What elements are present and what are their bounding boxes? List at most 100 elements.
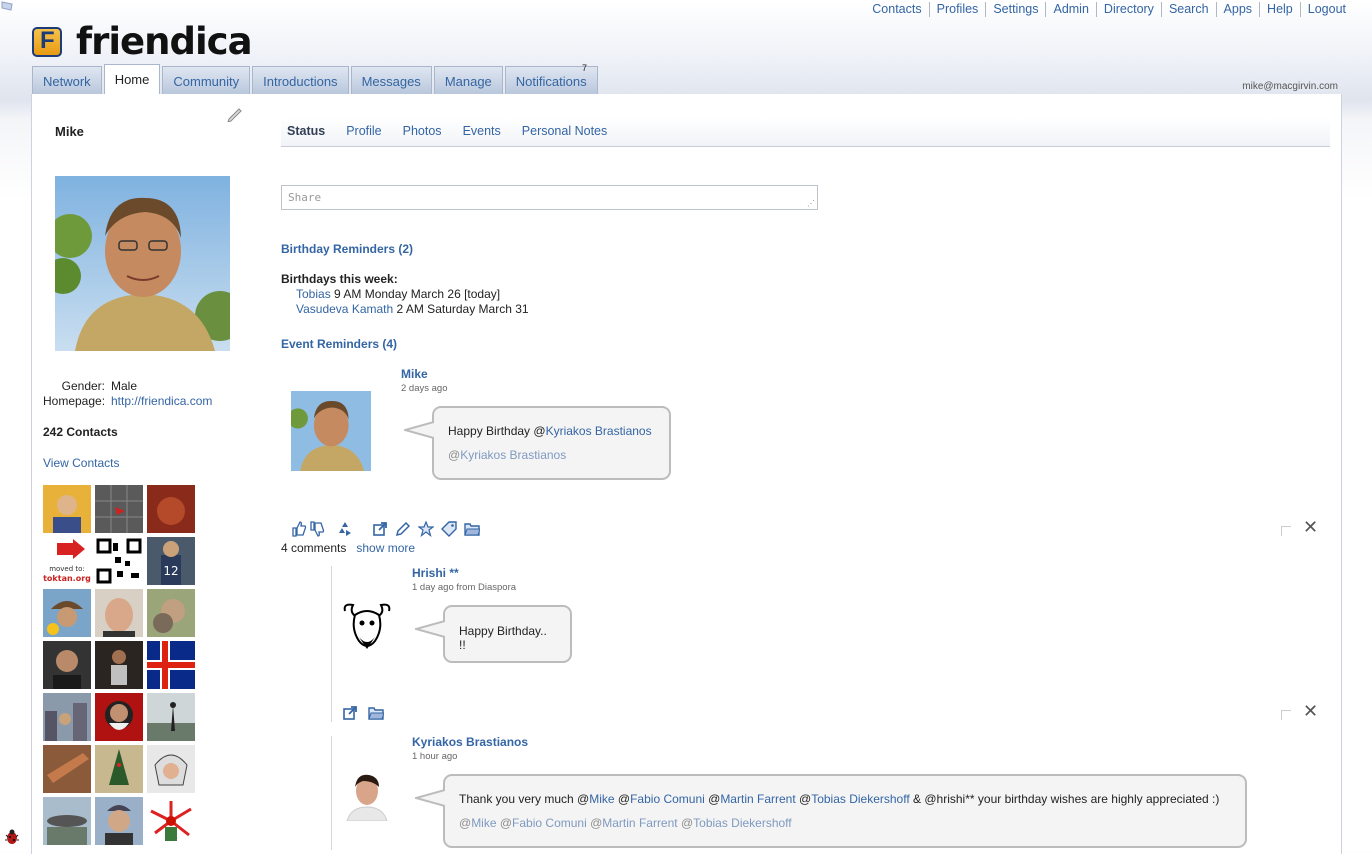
external-link-icon[interactable] (342, 705, 358, 721)
contact-avatar[interactable] (147, 485, 195, 533)
contact-avatar[interactable] (43, 589, 91, 637)
subtab-status[interactable]: Status (287, 118, 325, 146)
subtab-photos[interactable]: Photos (403, 118, 442, 146)
edit-profile-icon[interactable] (226, 106, 244, 122)
subtab-events[interactable]: Events (463, 118, 501, 146)
profile-info: Gender: Male Homepage: http://friendica.co… (43, 379, 212, 409)
star-icon[interactable] (418, 521, 434, 537)
contact-avatar[interactable] (43, 693, 91, 741)
tab-home[interactable]: Home (103, 64, 161, 94)
nav-settings[interactable]: Settings (986, 2, 1047, 17)
comment-text: Thank you very much @Mike @Fabio Comuni … (459, 792, 1220, 806)
contact-avatar[interactable] (147, 797, 195, 845)
show-more-link[interactable]: show more (356, 541, 415, 555)
comment-avatar[interactable] (341, 601, 393, 653)
folder-icon[interactable] (464, 521, 480, 537)
contacts-count: 242 Contacts (43, 425, 118, 439)
edit-icon[interactable] (395, 521, 411, 537)
contact-avatar[interactable] (147, 745, 195, 793)
share-recycle-icon[interactable] (337, 521, 353, 537)
contact-avatar[interactable] (43, 745, 91, 793)
comment-timestamp: 1 hour ago (412, 751, 458, 762)
comment-toolbar (342, 705, 384, 721)
mention-link[interactable]: Tobias Diekershoff (811, 792, 910, 806)
tab-manage[interactable]: Manage (433, 66, 503, 94)
nav-logout[interactable]: Logout (1301, 2, 1346, 17)
contact-avatar[interactable] (95, 537, 143, 585)
tag-link[interactable]: Mike (471, 816, 496, 830)
view-contacts-link[interactable]: View Contacts (43, 456, 119, 470)
contact-avatar[interactable] (147, 589, 195, 637)
corner-flag-icon (1, 1, 13, 11)
tag-link[interactable]: Fabio Comuni (512, 816, 587, 830)
birthdays-week-heading: Birthdays this week: (281, 272, 398, 286)
share-input[interactable]: Share ⋰ (281, 185, 818, 210)
nav-contacts[interactable]: Contacts (865, 2, 930, 17)
birthday-reminders-link[interactable]: Birthday Reminders (2) (281, 242, 413, 256)
site-logo[interactable]: F friendica (32, 20, 253, 63)
contact-avatar[interactable]: moved to: toktan.org (43, 537, 91, 585)
contact-avatar[interactable] (147, 641, 195, 689)
contact-avatar[interactable] (43, 485, 91, 533)
subtab-profile[interactable]: Profile (346, 118, 381, 146)
nav-directory[interactable]: Directory (1097, 2, 1162, 17)
select-checkbox-icon[interactable] (1281, 526, 1291, 536)
bubble-tail (415, 789, 445, 807)
mention-link[interactable]: Kyriakos Brastianos (546, 424, 652, 438)
svg-text:12: 12 (163, 564, 178, 578)
birthday-list: Tobias 9 AM Monday March 26 [today] Vasu… (296, 287, 529, 317)
comment-body: Happy Birthday.. !! (415, 605, 572, 663)
close-icon[interactable]: ✕ (1303, 517, 1318, 538)
mention-link[interactable]: Fabio Comuni (630, 792, 705, 806)
tab-network[interactable]: Network (32, 66, 102, 94)
nav-apps[interactable]: Apps (1217, 2, 1261, 17)
birthday-person-link[interactable]: Tobias (296, 287, 331, 301)
nav-help[interactable]: Help (1260, 2, 1301, 17)
contact-avatar[interactable] (95, 641, 143, 689)
contact-avatar[interactable] (95, 797, 143, 845)
contact-avatar[interactable] (95, 745, 143, 793)
tag-link[interactable]: Martin Farrent (602, 816, 677, 830)
comment-author-link[interactable]: Hrishi ** (412, 566, 516, 580)
tag-link[interactable]: Tobias Diekershoff (693, 816, 792, 830)
tab-introductions[interactable]: Introductions (252, 66, 349, 94)
folder-icon[interactable] (368, 705, 384, 721)
mention-link[interactable]: Mike (589, 792, 614, 806)
contact-avatar[interactable] (43, 641, 91, 689)
homepage-link[interactable]: http://friendica.com (111, 394, 212, 409)
external-link-icon[interactable] (372, 521, 388, 537)
post-avatar[interactable] (291, 391, 371, 471)
comment-author-link[interactable]: Kyriakos Brastianos (412, 735, 528, 749)
gender-value: Male (111, 379, 138, 393)
comment-avatar[interactable] (343, 769, 391, 821)
post-author-link[interactable]: Mike (401, 367, 447, 381)
like-icon[interactable] (291, 521, 307, 537)
nav-profiles[interactable]: Profiles (930, 2, 987, 17)
contacts-grid: moved to: toktan.org 12 (43, 485, 203, 845)
bug-report-icon[interactable] (5, 829, 19, 845)
mention-link[interactable]: Martin Farrent (720, 792, 795, 806)
tab-messages[interactable]: Messages (350, 66, 432, 94)
contact-avatar[interactable]: 12 (147, 537, 195, 585)
resize-grip-icon[interactable]: ⋰ (807, 199, 815, 208)
svg-text:toktan.org: toktan.org (43, 574, 91, 583)
contact-avatar[interactable] (95, 589, 143, 637)
comments-summary: 4 comments show more (281, 541, 415, 555)
contact-avatar[interactable] (95, 693, 143, 741)
nav-admin[interactable]: Admin (1046, 2, 1097, 17)
contact-avatar[interactable] (43, 797, 91, 845)
tag-link[interactable]: Kyriakos Brastianos (460, 448, 566, 462)
tag-icon[interactable] (441, 521, 457, 537)
contact-avatar[interactable] (147, 693, 195, 741)
contact-avatar[interactable] (95, 485, 143, 533)
event-reminders-link[interactable]: Event Reminders (4) (281, 337, 397, 351)
nav-search[interactable]: Search (1162, 2, 1217, 17)
svg-text:moved to:: moved to: (49, 565, 85, 573)
close-icon[interactable]: ✕ (1303, 701, 1318, 722)
friendica-logo-icon: F (32, 26, 62, 57)
birthday-person-link[interactable]: Vasudeva Kamath (296, 302, 393, 316)
subtab-personal-notes[interactable]: Personal Notes (522, 118, 607, 146)
select-checkbox-icon[interactable] (1281, 710, 1291, 720)
tab-community[interactable]: Community (162, 66, 251, 94)
dislike-icon[interactable] (309, 521, 325, 537)
